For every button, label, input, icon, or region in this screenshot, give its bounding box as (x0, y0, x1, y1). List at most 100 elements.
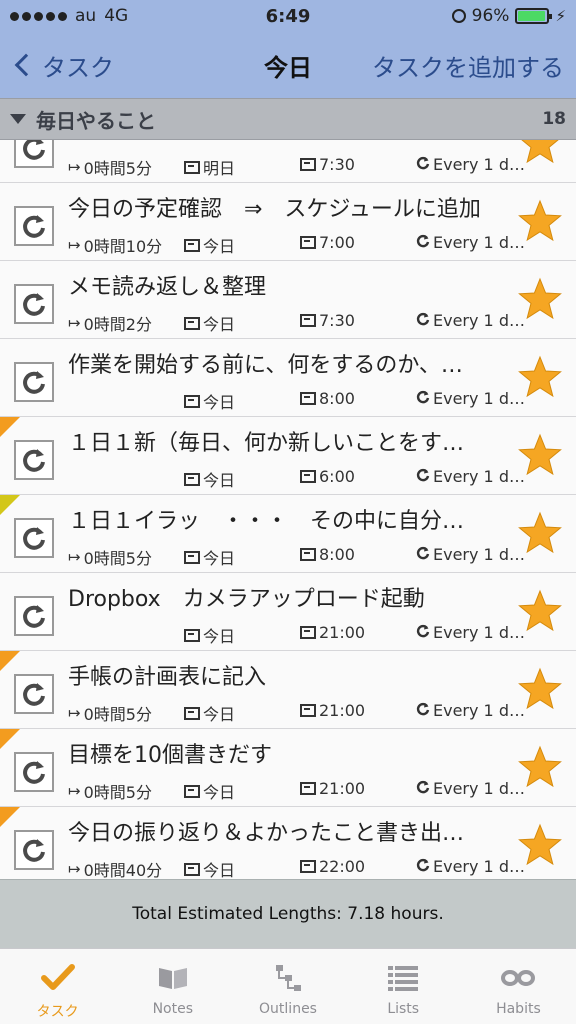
back-button[interactable]: タスク (12, 48, 114, 83)
repeat-rule: Every 1 d… (416, 311, 524, 330)
tab-label: Lists (387, 1001, 420, 1017)
start-day: 明日 (184, 155, 235, 179)
start-time-icon (300, 314, 316, 327)
tab-lists[interactable]: Lists (346, 949, 461, 1024)
task-row[interactable]: 今日の予定確認 ⇒ スケジュールに追加 ↦ 0時間10分 今日 7:00 Every 1 … (0, 183, 576, 261)
start-time-icon (300, 470, 316, 483)
section-count: 18 (542, 109, 566, 129)
star-icon[interactable] (518, 199, 562, 243)
task-row[interactable]: Dropbox カメラアップロード起動 今日 21:00 Every 1 d… (0, 573, 576, 651)
repeat-rule: Every 1 d… (416, 701, 524, 720)
repeat-icon (23, 605, 45, 628)
task-title: 目標を10個書きだす (68, 743, 272, 768)
task-title: メモ読み返し＆整理 (68, 275, 267, 300)
priority-flag (0, 417, 20, 437)
tab-notes[interactable]: Notes (115, 949, 230, 1024)
repeat-checkbox[interactable] (14, 674, 54, 714)
collapse-triangle-icon[interactable] (10, 114, 26, 124)
start-time: 7:30 (300, 311, 355, 330)
task-row[interactable]: 目標を10個書きだす ↦ 0時間5分 今日 21:00 Every 1 d… (0, 729, 576, 807)
repeat-icon (23, 761, 45, 784)
start-day: 今日 (184, 311, 235, 335)
star-icon[interactable] (518, 589, 562, 633)
add-task-button[interactable]: タスクを追加する (372, 48, 564, 83)
star-icon[interactable] (518, 277, 562, 321)
repeat-checkbox[interactable] (14, 206, 54, 246)
repeat-value: Every 1 d… (433, 311, 524, 330)
task-title: Dropbox カメラアップロード起動 (68, 587, 425, 612)
estimate-arrow-icon: ↦ (68, 548, 81, 566)
task-row[interactable]: 作業を開始する前に、何をするのか、… 今日 8:00 Every 1 d… (0, 339, 576, 417)
repeat-checkbox[interactable] (14, 440, 54, 480)
start-day-value: 今日 (203, 705, 236, 724)
repeat-icon (23, 371, 45, 394)
status-time: 6:49 (265, 6, 311, 27)
start-date-icon (184, 160, 200, 174)
start-time-icon (300, 626, 316, 639)
estimate: ↦ 0時間40分 (68, 857, 162, 879)
priority-flag (0, 651, 20, 671)
start-date-icon (184, 550, 200, 564)
start-time-icon (300, 860, 316, 873)
repeat-value: Every 1 d… (433, 623, 524, 642)
repeat-rule: Every 1 d… (416, 623, 524, 642)
start-time: 21:00 (300, 623, 365, 642)
star-icon[interactable] (518, 433, 562, 477)
repeat-checkbox[interactable] (14, 830, 54, 870)
start-time-value: 7:30 (319, 311, 355, 330)
star-icon[interactable] (518, 511, 562, 555)
start-time-icon (300, 782, 316, 795)
start-day-value: 今日 (203, 783, 236, 802)
task-row[interactable]: 今日の振り返り＆よかったこと書き出… ↦ 0時間40分 今日 22:00 Every 1 … (0, 807, 576, 879)
repeat-checkbox[interactable] (14, 596, 54, 636)
star-icon[interactable] (518, 667, 562, 711)
repeat-checkbox[interactable] (14, 140, 54, 168)
task-row[interactable]: ↦ 0時間5分 明日 7:30 Every 1 d… (0, 140, 576, 183)
repeat-icon (23, 839, 45, 862)
repeat-small-icon (416, 233, 430, 252)
repeat-small-icon (416, 779, 430, 798)
start-date-icon (184, 394, 200, 408)
start-time-icon (300, 158, 316, 171)
estimate: ↦ 0時間5分 (68, 779, 152, 803)
repeat-checkbox[interactable] (14, 518, 54, 558)
section-header[interactable]: 毎日やること 18 (0, 98, 576, 140)
star-icon[interactable] (518, 745, 562, 789)
infinity-icon (501, 961, 536, 995)
start-day-value: 今日 (203, 861, 236, 879)
repeat-rule: Every 1 d… (416, 779, 524, 798)
repeat-small-icon (416, 623, 430, 642)
nav-bar: タスク 今日 タスクを追加する (0, 32, 576, 98)
tab-outlines[interactable]: Outlines (230, 949, 345, 1024)
task-row[interactable]: 手帳の計画表に記入 ↦ 0時間5分 今日 21:00 Every 1 d… (0, 651, 576, 729)
repeat-small-icon (416, 311, 430, 330)
start-time-value: 7:00 (319, 233, 355, 252)
star-icon[interactable] (518, 140, 562, 165)
estimate: ↦ 0時間5分 (68, 701, 152, 725)
task-row[interactable]: １日１イラッ ・・・ その中に自分… ↦ 0時間5分 今日 8:00 Every 1 d… (0, 495, 576, 573)
start-day: 今日 (184, 389, 235, 413)
task-row[interactable]: メモ読み返し＆整理 ↦ 0時間2分 今日 7:30 Every 1 d… (0, 261, 576, 339)
repeat-checkbox[interactable] (14, 362, 54, 402)
priority-flag (0, 495, 20, 515)
repeat-rule: Every 1 d… (416, 389, 524, 408)
star-icon[interactable] (518, 355, 562, 399)
start-day-value: 今日 (203, 315, 236, 334)
repeat-rule: Every 1 d… (416, 467, 524, 486)
task-row[interactable]: １日１新（毎日、何か新しいことをす… 今日 6:00 Every 1 d… (0, 417, 576, 495)
start-day: 今日 (184, 779, 235, 803)
estimate: ↦ 0時間2分 (68, 311, 152, 335)
repeat-checkbox[interactable] (14, 284, 54, 324)
start-time-icon (300, 704, 316, 717)
start-time-value: 8:00 (319, 389, 355, 408)
tab-tasks[interactable]: タスク (0, 949, 115, 1024)
start-time-icon (300, 236, 316, 249)
star-icon[interactable] (518, 823, 562, 867)
tab-habits[interactable]: Habits (461, 949, 576, 1024)
repeat-rule: Every 1 d… (416, 545, 524, 564)
start-time-icon (300, 548, 316, 561)
task-list[interactable]: ↦ 0時間5分 明日 7:30 Every 1 d… 今日の予定確認 ⇒ スケジュールに追… (0, 140, 576, 879)
repeat-value: Every 1 d… (433, 389, 524, 408)
repeat-checkbox[interactable] (14, 752, 54, 792)
estimate-value: 0時間5分 (83, 705, 152, 724)
